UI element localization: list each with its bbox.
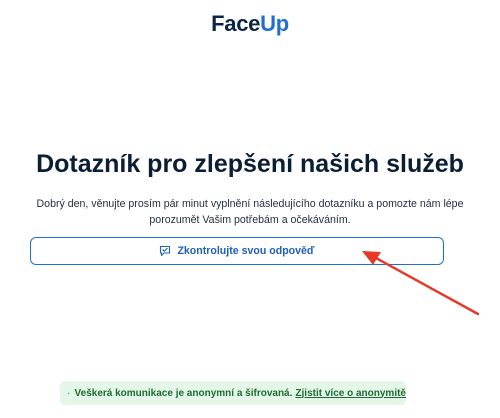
check-answer-label: Zkontrolujte svou odpověď [177,245,315,257]
check-answer-button[interactable]: Zkontrolujte svou odpověď [30,237,444,265]
logo-text-up: Up [260,11,289,36]
security-text: Veškerá komunikace je anonymní a šifrova… [74,387,293,399]
intro-text: Dobrý den, věnujte prosím pár minut vypl… [36,198,464,226]
faceup-logo: FaceUp [0,11,500,37]
shield-check-icon [68,392,70,394]
security-notice: Veškerá komunikace je anonymní a šifrova… [60,381,406,405]
page: FaceUp Dotazník pro zlepšení našich služ… [0,0,500,418]
anonymity-info-link[interactable]: Zjistit více o anonymitě [295,388,406,399]
page-title: Dotazník pro zlepšení našich služeb [36,150,464,178]
logo-text-face: Face [211,11,261,36]
message-check-icon [160,245,171,257]
